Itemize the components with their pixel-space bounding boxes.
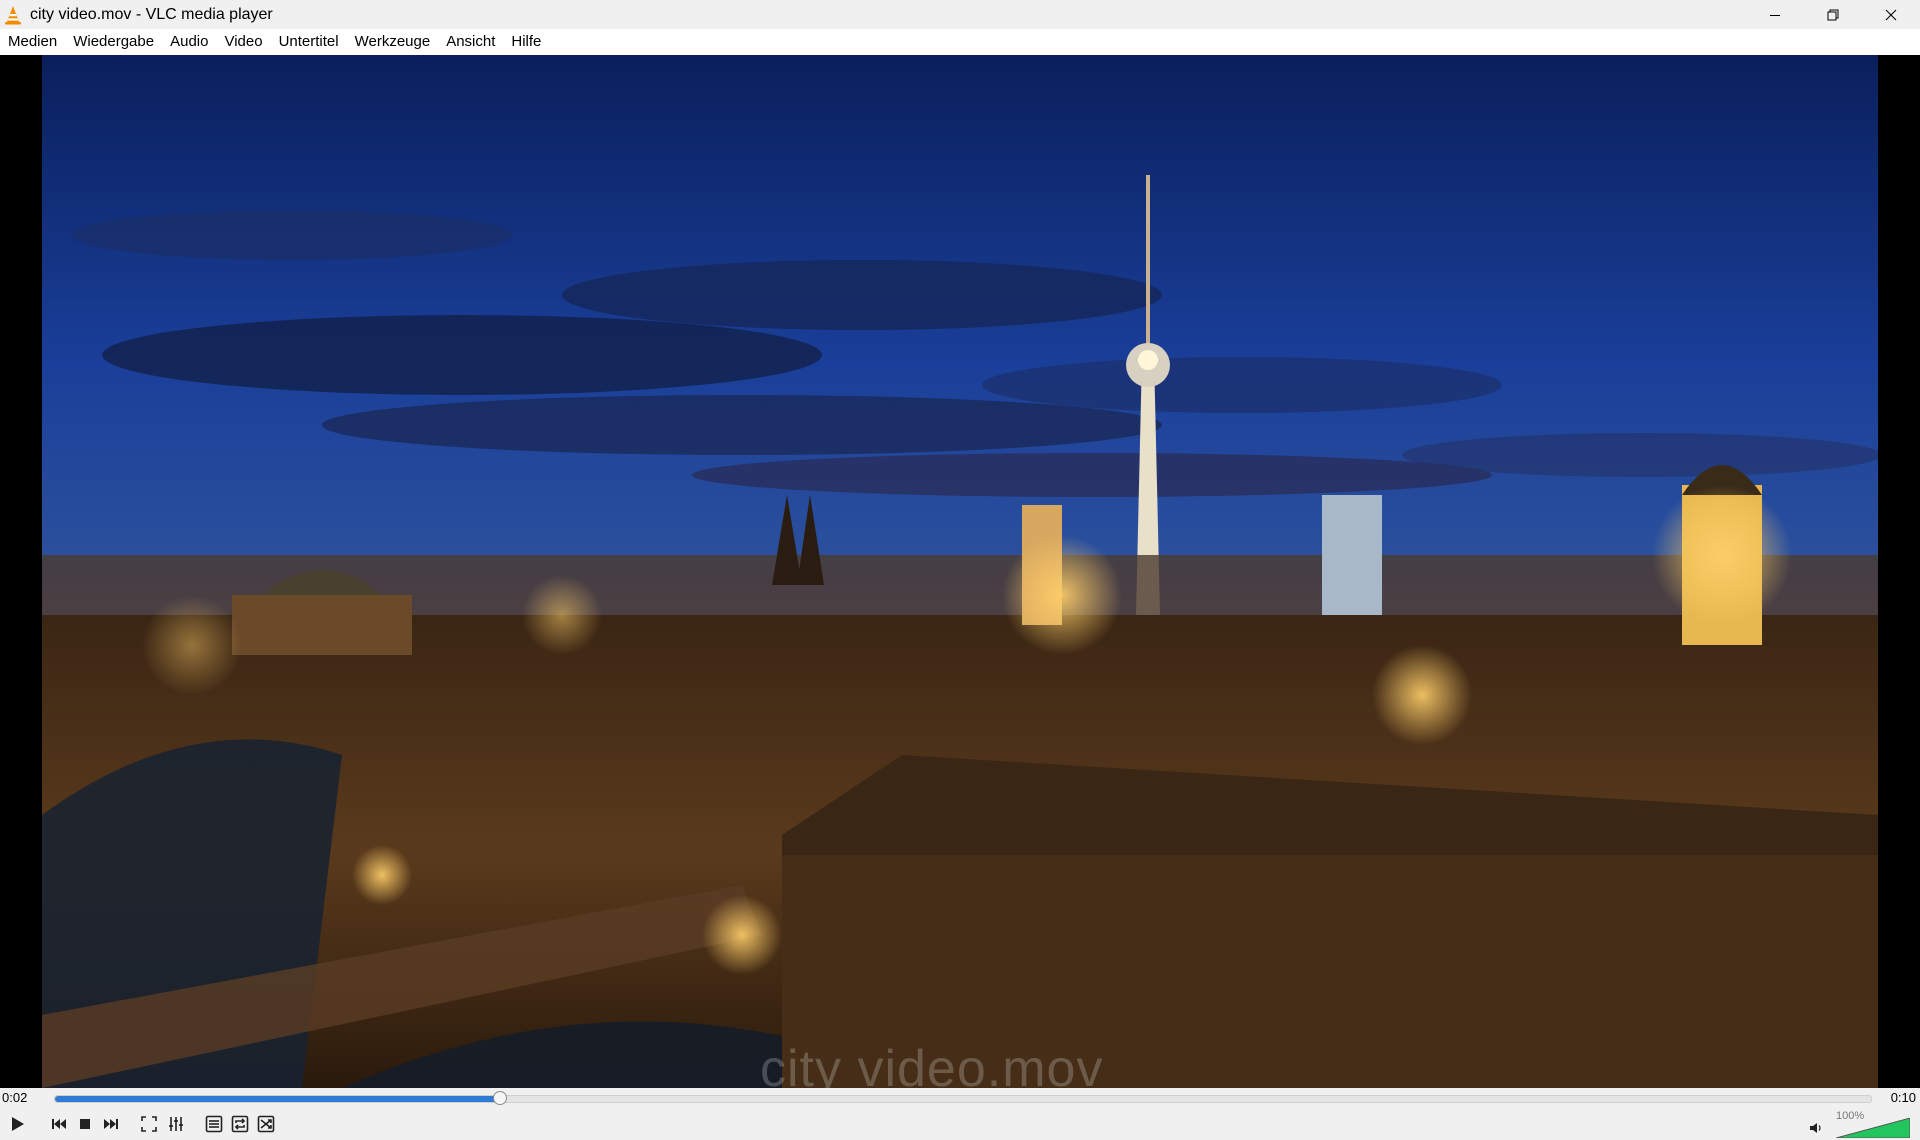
video-area[interactable]: city video.mov — [0, 55, 1920, 1088]
extended-settings-button[interactable] — [163, 1111, 189, 1137]
seek-bar-progress — [55, 1096, 500, 1102]
seek-handle[interactable] — [492, 1091, 507, 1105]
play-icon — [12, 1117, 24, 1131]
loop-button[interactable] — [227, 1111, 253, 1137]
controls-bar: 100% — [0, 1108, 1920, 1140]
title-bar: city video.mov - VLC media player — [0, 0, 1920, 29]
shuffle-icon — [257, 1115, 275, 1133]
previous-button[interactable] — [46, 1111, 72, 1137]
playlist-icon — [205, 1115, 223, 1133]
menu-hilfe[interactable]: Hilfe — [503, 29, 549, 55]
vlc-cone-icon — [5, 5, 21, 24]
elapsed-time[interactable]: 0:02 — [2, 1090, 27, 1105]
next-button[interactable] — [98, 1111, 124, 1137]
volume-slider[interactable] — [1836, 1118, 1910, 1138]
extended-settings-icon — [169, 1117, 183, 1131]
previous-icon — [52, 1119, 66, 1129]
total-time[interactable]: 0:10 — [1891, 1090, 1916, 1105]
menu-audio[interactable]: Audio — [162, 29, 216, 55]
restore-icon — [1827, 9, 1839, 20]
menu-ansicht[interactable]: Ansicht — [438, 29, 503, 55]
loop-icon — [231, 1115, 249, 1133]
play-button[interactable] — [4, 1111, 30, 1137]
minimize-icon — [1770, 14, 1780, 16]
volume-control[interactable]: 100% — [1804, 1110, 1914, 1138]
menu-wiedergabe[interactable]: Wiedergabe — [65, 29, 162, 55]
stop-icon — [80, 1119, 90, 1129]
restore-button[interactable] — [1804, 0, 1862, 29]
menu-video[interactable]: Video — [216, 29, 270, 55]
window-title: city video.mov - VLC media player — [30, 5, 273, 23]
speaker-icon[interactable] — [1808, 1120, 1824, 1136]
shuffle-button[interactable] — [253, 1111, 279, 1137]
playlist-button[interactable] — [201, 1111, 227, 1137]
menu-untertitel[interactable]: Untertitel — [271, 29, 347, 55]
menu-werkzeuge[interactable]: Werkzeuge — [347, 29, 439, 55]
minimize-button[interactable] — [1746, 0, 1804, 29]
stop-button[interactable] — [72, 1111, 98, 1137]
window-controls — [1746, 0, 1920, 29]
video-title-watermark: city video.mov — [760, 1040, 1104, 1088]
menu-bar: Medien Wiedergabe Audio Video Untertitel… — [0, 29, 1920, 55]
seek-bar[interactable] — [54, 1091, 1872, 1105]
fullscreen-icon — [141, 1116, 157, 1132]
menu-medien[interactable]: Medien — [0, 29, 65, 55]
close-button[interactable] — [1862, 0, 1920, 29]
next-icon — [104, 1119, 118, 1129]
city-night-video-frame — [42, 55, 1878, 1088]
seek-row: 0:02 0:10 — [0, 1088, 1920, 1108]
fullscreen-button[interactable] — [136, 1111, 162, 1137]
close-icon — [1885, 9, 1897, 20]
